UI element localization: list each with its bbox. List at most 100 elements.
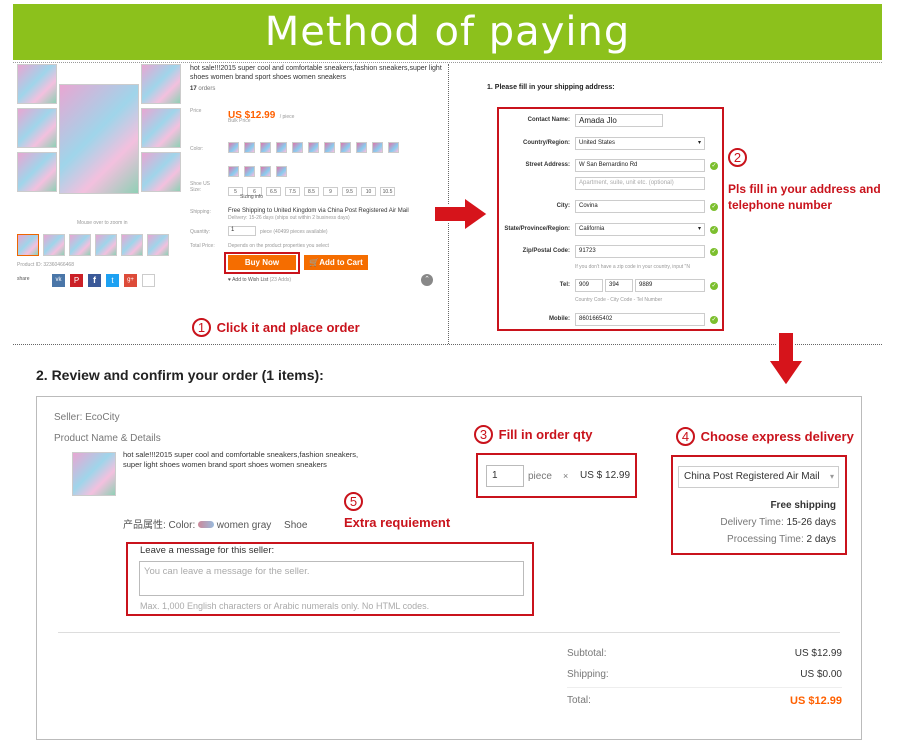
total-price-note: Depends on the product properties you se… [228,243,329,249]
product-image[interactable] [141,64,181,104]
tel-number-input[interactable]: 9889 [635,279,705,292]
unit-price: US $ 12.99 [580,470,631,481]
processing-time-label: Processing Time: [727,534,804,545]
size-option[interactable]: 10.5 [380,187,395,196]
message-textarea[interactable]: You can leave a message for the seller. [139,561,524,596]
attr-color: women gray [216,520,272,531]
color-swatch[interactable] [292,142,303,153]
step2-annotation: 2 [728,148,888,167]
orders-count: 17 orders [190,86,215,92]
step2-number: 2 [728,148,747,167]
chevron-down-icon: ▾ [697,140,701,146]
bulk-price-link[interactable]: Bulk Price [228,118,251,124]
quantity-input[interactable]: 1 [228,226,256,236]
product-image[interactable] [17,152,57,192]
thumbnail[interactable] [95,234,117,256]
product-image[interactable] [17,108,57,148]
total-divider [567,687,842,688]
product-image[interactable] [141,152,181,192]
color-swatch[interactable] [260,166,271,177]
times-sign: × [563,471,569,481]
color-swatch[interactable] [308,142,319,153]
thumbnail[interactable] [121,234,143,256]
shipping-method-value: China Post Registered Air Mail [684,471,820,482]
subtotal-value: US $12.99 [794,648,842,659]
product-id: Product ID: 32360466468 [17,262,74,268]
twitter-icon[interactable]: t [106,274,119,287]
state-label: State/Province/Region: [504,226,570,232]
zip-input[interactable]: 91723 [575,245,705,258]
tel-country-input[interactable]: 909 [575,279,603,292]
wishlist-link[interactable]: ♥ Add to Wish List (23 Adds) [228,277,291,283]
state-select[interactable]: California ▾ [575,223,705,236]
street-input[interactable]: W San Bernardino Rd [575,159,705,172]
thumbnail-strip [17,234,177,258]
size-option[interactable]: 7.5 [285,187,300,196]
color-swatch[interactable] [260,142,271,153]
quantity-note: piece (40499 pieces available) [260,229,328,235]
tel-city-input[interactable]: 394 [605,279,633,292]
size-option[interactable]: 9 [323,187,338,196]
tel-note: Country Code - City Code - Tel Number [575,297,663,303]
price-unit: / piece [279,114,295,120]
size-option[interactable]: 6.5 [266,187,281,196]
check-icon: ✓ [710,282,718,290]
street2-input[interactable]: Apartment, suite, unit etc. (optional) [575,177,705,190]
color-swatch[interactable] [228,166,239,177]
shipping-method-select[interactable]: China Post Registered Air Mail ▾ [678,466,839,488]
size-option[interactable]: 8.5 [304,187,319,196]
color-swatch[interactable] [372,142,383,153]
color-swatch[interactable] [276,142,287,153]
qty-input[interactable]: 1 [486,465,524,487]
color-swatch[interactable] [228,142,239,153]
facebook-icon[interactable]: f [88,274,101,287]
more-share-icon[interactable] [142,274,155,287]
zoom-hint: Mouse over to zoom in [77,220,128,226]
color-swatch[interactable] [244,166,255,177]
delivery-time-label: Delivery Time: [720,517,784,528]
step1-number: 1 [192,318,211,337]
contact-name-input[interactable]: Amada Jlo [575,114,663,127]
color-swatch[interactable] [340,142,351,153]
thumbnail[interactable] [43,234,65,256]
product-image[interactable] [141,108,181,148]
city-input[interactable]: Covina [575,200,705,213]
thumbnail[interactable] [69,234,91,256]
add-to-cart-button[interactable]: 🛒Add to Cart [304,255,368,270]
sizing-info-link[interactable]: Sizing info [240,194,263,200]
buy-now-button[interactable]: Buy Now [228,255,296,270]
total-price-label: Total Price: [190,243,215,249]
country-select[interactable]: United States ▾ [575,137,705,150]
shipping-text[interactable]: Free Shipping to United Kingdom via Chin… [228,208,433,214]
wishlist-label: Add to Wish List [232,277,269,283]
check-icon: ✓ [710,226,718,234]
thumbnail[interactable] [17,234,39,256]
arrow-down-icon [766,330,806,388]
message-hint: Max. 1,000 English characters or Arabic … [140,601,430,611]
country-value: United States [579,140,616,146]
scroll-up-icon[interactable]: ⌃ [421,274,433,286]
size-option[interactable]: 10 [361,187,376,196]
color-swatch[interactable] [276,166,287,177]
google-plus-icon[interactable]: g+ [124,274,137,287]
pinterest-icon[interactable]: P [70,274,83,287]
shipping-heading: 1. Please fill in your shipping address: [487,84,615,91]
vk-icon[interactable]: vk [52,274,65,287]
size-option[interactable]: 9.5 [342,187,357,196]
order-product-thumbnail[interactable] [72,452,116,496]
color-swatch[interactable] [244,142,255,153]
banner-title: Method of paying [13,4,882,60]
color-swatch[interactable] [356,142,367,153]
qty-unit: piece [528,471,552,482]
thumbnail[interactable] [147,234,169,256]
check-icon: ✓ [710,248,718,256]
mobile-input[interactable]: 8601665402 [575,313,705,326]
shoe-size-label: Shoe US Size: [190,181,211,193]
product-image[interactable] [17,64,57,104]
product-main-image[interactable] [59,84,139,194]
color-swatch[interactable] [388,142,399,153]
color-swatch[interactable] [324,142,335,153]
seller-name[interactable]: Seller: EcoCity [54,412,120,423]
order-product-title-1[interactable]: hot sale!!!2015 super cool and comfortab… [123,450,358,459]
order-product-title-2[interactable]: super light shoes women brand sport shoe… [123,460,327,469]
